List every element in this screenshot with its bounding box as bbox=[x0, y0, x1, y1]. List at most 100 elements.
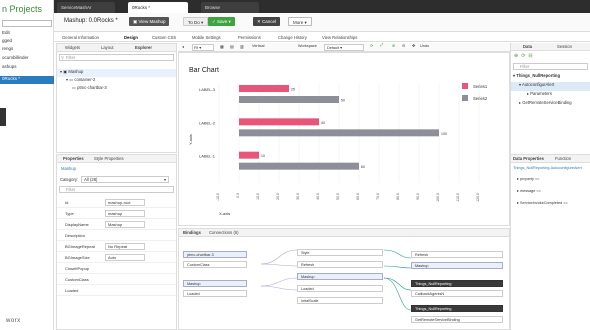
property-value[interactable] bbox=[105, 265, 145, 272]
todo-button[interactable]: To Do ▾ bbox=[183, 17, 209, 26]
tab-properties[interactable]: Properties bbox=[63, 156, 84, 161]
bar-series1[interactable] bbox=[239, 118, 319, 126]
binding-node-service[interactable]: Things_NullReporting bbox=[411, 280, 503, 287]
bar-series1[interactable] bbox=[239, 151, 259, 159]
property-value[interactable] bbox=[105, 232, 145, 239]
cancel-button[interactable]: ✕ Cancel bbox=[253, 17, 281, 26]
properties-filter-input[interactable]: Filter bbox=[59, 186, 174, 193]
binding-node-service[interactable]: CallbackAgentsN bbox=[411, 290, 503, 297]
more-button[interactable]: More ▾ bbox=[288, 17, 312, 26]
grid-icon[interactable]: ▦ bbox=[220, 44, 224, 49]
property-row[interactable]: Id mashup-root bbox=[57, 197, 176, 208]
zoom-out-icon[interactable]: ◂ bbox=[182, 44, 184, 49]
tree-node-container[interactable]: ▾ ▭ container-2 bbox=[57, 77, 176, 85]
bar-series1[interactable] bbox=[239, 85, 289, 92]
bar-series2[interactable] bbox=[239, 129, 439, 137]
data-property-row[interactable]: ▸ message == bbox=[511, 185, 590, 197]
property-value[interactable] bbox=[105, 276, 145, 283]
tab-design[interactable]: Design bbox=[124, 35, 138, 40]
binding-node-service[interactable]: Things_NullReporting bbox=[411, 305, 503, 312]
refresh-icon[interactable]: ⟳ bbox=[370, 43, 373, 48]
workspace-select[interactable]: Default ▾ bbox=[324, 44, 364, 51]
property-row[interactable]: Description bbox=[57, 230, 176, 241]
tree-node-chartbar[interactable]: ▭ ptmc-chartbar-3 bbox=[57, 85, 176, 93]
binding-node-target[interactable]: Mashup bbox=[297, 273, 383, 280]
tab-bindings[interactable]: Bindings bbox=[183, 230, 201, 235]
binding-node-target[interactable]: InitalScale bbox=[297, 297, 383, 304]
sidebar-item[interactable]: ashups bbox=[0, 64, 54, 72]
data-entity-node[interactable]: ▾ Things_NullReporting bbox=[511, 73, 590, 82]
top-tab-active[interactable]: 0Rocks * bbox=[128, 2, 188, 13]
binding-node-source[interactable]: CustomClass bbox=[183, 261, 247, 268]
data-service-node[interactable]: ▸ GetRemoteServiceBinding bbox=[511, 100, 590, 109]
design-canvas[interactable]: Bar Chart 25 50 40 100 10 60 LABEL-3 LABEL-2 LA… bbox=[178, 52, 510, 226]
collapse-data-icon[interactable]: ⊟ bbox=[528, 53, 532, 59]
save-button[interactable]: ✓ Save ▾ bbox=[208, 17, 235, 26]
add-data-icon[interactable]: ⊕ bbox=[514, 53, 518, 59]
binding-node-service[interactable]: Mashup bbox=[411, 262, 503, 269]
property-row[interactable]: CloseIfPopup bbox=[57, 263, 176, 274]
tab-function[interactable]: Function bbox=[555, 156, 571, 161]
tab-connections[interactable]: Connections (5) bbox=[209, 230, 239, 235]
tab-data-properties[interactable]: Data Properties bbox=[513, 156, 544, 161]
tab-data[interactable]: Data bbox=[523, 44, 532, 49]
tab-session[interactable]: Session bbox=[557, 44, 572, 49]
data-service-node[interactable]: ▾ AutoconfigurAlert bbox=[511, 82, 590, 91]
property-row[interactable]: BGImageSize Auto bbox=[57, 252, 176, 263]
property-row[interactable]: CustomClass bbox=[57, 274, 176, 285]
view-mashup-button[interactable]: ▣ View Mashup bbox=[129, 17, 170, 26]
expand-icon[interactable]: ⤢ bbox=[380, 43, 383, 47]
sidebar-item[interactable]: Edit bbox=[0, 30, 54, 38]
binding-node-source[interactable]: Loaded bbox=[183, 290, 247, 297]
layout-icon[interactable]: ▥ bbox=[240, 44, 244, 49]
align-icon[interactable]: ▤ bbox=[230, 44, 234, 49]
property-row[interactable]: Type mashup bbox=[57, 208, 176, 219]
property-value[interactable]: mashup bbox=[105, 209, 145, 217]
tab-mobile-settings[interactable]: Mobile Settings bbox=[192, 35, 221, 40]
binding-node-source[interactable]: Mashup bbox=[183, 280, 247, 287]
sidebar-item-selected[interactable]: 0Rocks * bbox=[0, 76, 54, 84]
bar-series2[interactable] bbox=[239, 162, 359, 170]
data-parameters-node[interactable]: ▸ Parameters bbox=[511, 91, 590, 100]
binding-node-service[interactable]: GetRemoteServiceBinding bbox=[411, 316, 503, 323]
tab-widgets[interactable]: Widgets bbox=[65, 45, 80, 50]
property-row[interactable]: Loaded bbox=[57, 285, 176, 296]
category-select[interactable]: All (28) ▾ bbox=[81, 175, 170, 183]
move-icon[interactable]: ✥ bbox=[412, 43, 415, 48]
tab-custom-css[interactable]: Custom CSS bbox=[152, 35, 176, 40]
top-tab[interactable]: ServiceMashAr bbox=[57, 2, 115, 13]
property-value[interactable]: Auto bbox=[105, 253, 145, 261]
sidebar-item[interactable]: ocumbillinder bbox=[0, 55, 54, 63]
tab-general-information[interactable]: General Information bbox=[62, 35, 99, 40]
explorer-filter-input[interactable]: ⚲ Filter bbox=[59, 54, 174, 61]
tab-explorer[interactable]: Explorer bbox=[135, 45, 152, 50]
binding-node-target[interactable]: Loaded bbox=[297, 285, 383, 292]
property-value[interactable]: mashup-root bbox=[105, 198, 145, 206]
remove-icon[interactable]: ⊖ bbox=[402, 43, 405, 48]
collapse-handle[interactable] bbox=[0, 108, 6, 126]
sidebar-item[interactable]: gged bbox=[0, 38, 54, 46]
tab-view-relationships[interactable]: View Relationships bbox=[322, 35, 357, 40]
tab-layout[interactable]: Layout bbox=[101, 45, 114, 50]
binding-node-source[interactable]: ptmc-chartbar-3 bbox=[183, 251, 247, 258]
data-property-row[interactable]: ▸ property == bbox=[511, 173, 590, 185]
sidebar-item[interactable]: rengs bbox=[0, 46, 54, 54]
undo-button[interactable]: Undo bbox=[420, 44, 429, 48]
property-row[interactable]: DisplayName Mashup bbox=[57, 219, 176, 230]
property-value[interactable]: Mashup bbox=[105, 220, 145, 228]
sidebar-search-input[interactable] bbox=[2, 20, 52, 27]
bar-series2[interactable] bbox=[239, 96, 339, 103]
top-tab[interactable]: Browse bbox=[201, 2, 259, 13]
property-value[interactable] bbox=[105, 287, 145, 294]
property-row[interactable]: BGImageRepeat No Repeat bbox=[57, 241, 176, 252]
data-filter-input[interactable]: Filter bbox=[513, 63, 588, 70]
tab-permissions[interactable]: Permissions bbox=[238, 35, 261, 40]
tab-style-properties[interactable]: Style Properties bbox=[94, 156, 124, 161]
binding-node-service[interactable]: Refresh bbox=[411, 251, 503, 258]
tree-node-mashup[interactable]: ▾ ▣ Mashup bbox=[57, 69, 176, 77]
binding-node-target[interactable]: Refresh bbox=[297, 261, 383, 268]
add-icon[interactable]: ⊕ bbox=[392, 43, 395, 48]
zoom-select[interactable]: Fit ▾ bbox=[192, 44, 214, 51]
property-value[interactable]: No Repeat bbox=[105, 242, 145, 250]
tab-change-history[interactable]: Change History bbox=[278, 35, 307, 40]
